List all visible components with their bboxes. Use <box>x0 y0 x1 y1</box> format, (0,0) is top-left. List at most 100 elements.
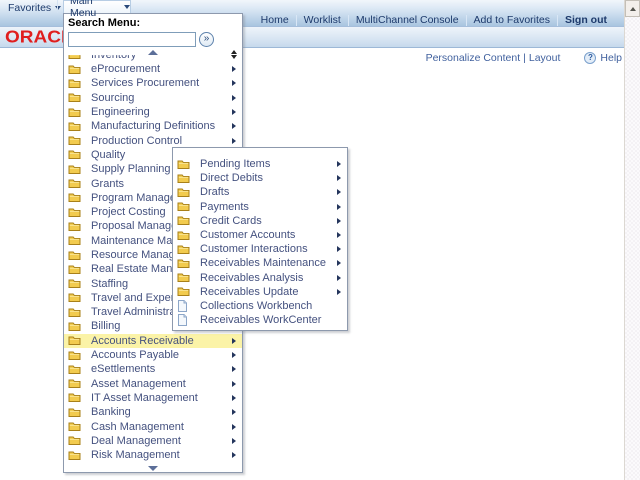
folder-icon <box>177 230 190 241</box>
folder-icon <box>177 159 190 170</box>
submenu-arrow-icon <box>337 161 341 167</box>
menu-item[interactable]: Drafts <box>173 185 347 199</box>
menu-item[interactable]: IT Asset Management <box>64 391 242 405</box>
menu-item[interactable]: eProcurement <box>64 62 242 76</box>
menu-item[interactable]: Payments <box>173 200 347 214</box>
menu-item-label: eSettlements <box>91 363 230 375</box>
submenu-arrow-icon <box>232 366 236 372</box>
header-link-home[interactable]: Home <box>254 14 296 26</box>
folder-icon <box>68 307 81 318</box>
folder-icon <box>68 250 81 261</box>
header-link-add-to-favorites[interactable]: Add to Favorites <box>467 14 557 26</box>
accounts-receivable-submenu: Pending Items Direct Debits Drafts Payme… <box>172 147 348 331</box>
folder-icon <box>68 164 81 175</box>
personalize-content-link[interactable]: Personalize Content <box>426 52 521 64</box>
submenu-arrow-icon <box>337 175 341 181</box>
header-link-worklist[interactable]: Worklist <box>297 14 348 26</box>
menu-item-label: Receivables WorkCenter <box>200 314 335 326</box>
menu-item[interactable]: Cash Management <box>64 419 242 433</box>
menu-item[interactable]: Sourcing <box>64 91 242 105</box>
menu-item[interactable]: Manufacturing Definitions <box>64 119 242 133</box>
submenu-arrow-icon <box>337 232 341 238</box>
folder-icon <box>68 450 81 461</box>
folder-icon <box>68 378 81 389</box>
folder-icon <box>68 49 81 60</box>
header-link-sign-out[interactable]: Sign out <box>558 14 614 26</box>
menu-item-label: eProcurement <box>91 63 230 75</box>
header-link-multichannel-console[interactable]: MultiChannel Console <box>349 14 466 26</box>
search-input[interactable] <box>68 32 196 47</box>
menu-item-label: Production Control <box>91 135 230 147</box>
submenu-arrow-icon <box>337 189 341 195</box>
menu-item-label: Payments <box>200 201 335 213</box>
menu-scroll-down-zone[interactable] <box>64 462 242 475</box>
page-options-row: Personalize Content | Layout ? Help <box>426 52 622 64</box>
submenu-arrow-icon <box>232 338 236 344</box>
menu-item[interactable]: Accounts Payable <box>64 348 242 362</box>
menu-item[interactable]: Collections Workbench <box>173 299 347 313</box>
pipe-divider: | <box>523 52 526 64</box>
menu-item[interactable]: Engineering <box>64 105 242 119</box>
scrollbar-up-arrow-icon <box>630 7 636 11</box>
menu-item[interactable]: Receivables Analysis <box>173 271 347 285</box>
submenu-arrow-icon <box>232 409 236 415</box>
main-menu-tab[interactable]: Main Menu <box>63 0 131 13</box>
submenu-arrow-icon <box>337 289 341 295</box>
menu-item-label: Banking <box>91 406 230 418</box>
folder-icon <box>68 192 81 203</box>
folder-icon <box>68 121 81 132</box>
menu-item[interactable]: Customer Interactions <box>173 242 347 256</box>
submenu-arrow-icon <box>232 452 236 458</box>
folder-icon <box>68 364 81 375</box>
favorites-menu[interactable]: Favorites <box>8 2 61 13</box>
resize-up-icon <box>231 50 237 54</box>
menu-item[interactable]: Production Control <box>64 133 242 147</box>
menu-item[interactable]: eSettlements <box>64 362 242 376</box>
folder-icon <box>68 435 81 446</box>
menu-item[interactable]: Accounts Receivable <box>64 334 242 348</box>
menu-item[interactable]: Services Procurement <box>64 76 242 90</box>
menu-item[interactable]: Receivables WorkCenter <box>173 313 347 327</box>
menu-resize-handle[interactable] <box>231 50 237 59</box>
menu-item-label: Customer Accounts <box>200 229 335 241</box>
scrollbar-up-button[interactable] <box>625 0 640 17</box>
menu-item-label: Cash Management <box>91 421 230 433</box>
folder-icon <box>68 178 81 189</box>
folder-icon <box>68 78 81 89</box>
submenu-arrow-icon <box>232 138 236 144</box>
menu-item-label: Direct Debits <box>200 172 335 184</box>
menu-item[interactable]: Banking <box>64 405 242 419</box>
submenu-arrow-icon <box>232 123 236 129</box>
menu-item[interactable]: Customer Accounts <box>173 228 347 242</box>
folder-icon <box>68 350 81 361</box>
menu-item-label: Receivables Maintenance <box>200 257 335 269</box>
menu-item[interactable]: Direct Debits <box>173 171 347 185</box>
vertical-scrollbar[interactable] <box>624 0 640 480</box>
menu-item-label: Pending Items <box>200 158 335 170</box>
document-icon <box>177 300 190 311</box>
menu-item-label: Customer Interactions <box>200 243 335 255</box>
menu-item[interactable]: Receivables Maintenance <box>173 256 347 270</box>
folder-icon <box>68 321 81 332</box>
menu-item[interactable]: Receivables Update <box>173 285 347 299</box>
resize-down-icon <box>231 55 237 59</box>
layout-link[interactable]: Layout <box>529 52 561 64</box>
menu-item-label: Risk Management <box>91 449 230 461</box>
menu-item[interactable]: Asset Management <box>64 377 242 391</box>
submenu-arrow-icon <box>232 381 236 387</box>
submenu-arrow-icon <box>232 424 236 430</box>
help-link[interactable]: ? Help <box>584 52 622 64</box>
menu-item-label: IT Asset Management <box>91 392 230 404</box>
submenu-arrow-icon <box>337 275 341 281</box>
menu-item[interactable]: Risk Management <box>64 448 242 462</box>
submenu-arrow-icon <box>232 109 236 115</box>
search-row: » <box>68 31 242 47</box>
menu-item-label: Collections Workbench <box>200 300 335 312</box>
menu-item[interactable]: Credit Cards <box>173 214 347 228</box>
search-go-button[interactable]: » <box>199 32 214 47</box>
menu-item[interactable]: Deal Management <box>64 434 242 448</box>
scroll-up-icon[interactable] <box>148 50 158 55</box>
submenu-arrow-icon <box>337 204 341 210</box>
menu-item[interactable]: Pending Items <box>173 157 347 171</box>
folder-icon <box>68 392 81 403</box>
